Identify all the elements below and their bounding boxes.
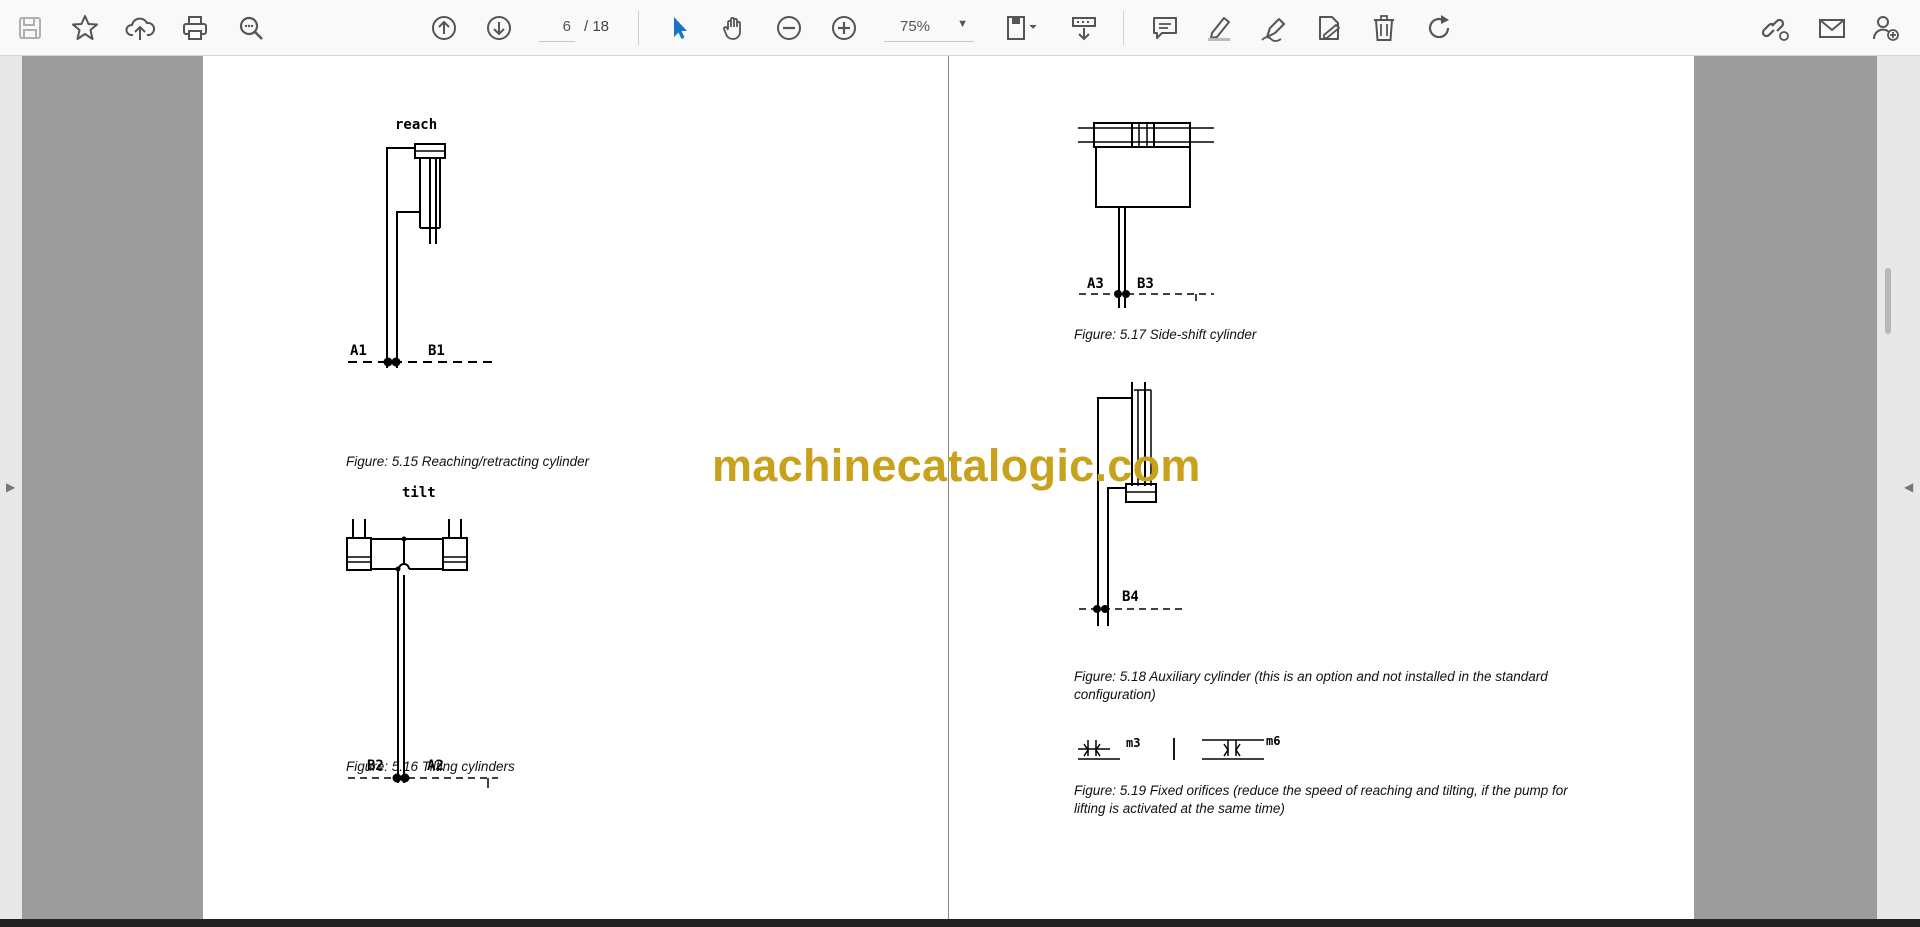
figure-5-19-caption: Figure: 5.19 Fixed orifices (reduce the … [1074,783,1568,816]
email-icon[interactable] [1812,8,1852,48]
delete-icon[interactable] [1364,8,1404,48]
fill-sign-icon[interactable] [1309,8,1349,48]
zoom-value: 75% [900,18,931,35]
share-link-icon[interactable] [1756,8,1796,48]
find-zoom-icon[interactable] [231,8,271,48]
toolbar-divider [638,11,639,45]
save-icon[interactable] [10,8,50,48]
bottom-bar [0,919,1920,927]
fig516-label-top: tilt [402,485,436,501]
figure-5-16-caption: Figure: 5.16 Tilting cylinders [346,759,515,774]
upload-cloud-icon[interactable] [120,8,160,48]
select-cursor-icon[interactable] [659,8,699,48]
toolbar-divider [1123,11,1124,45]
figure-5-19-caption-block: Figure: 5.19 Fixed orifices (reduce the … [1074,782,1594,818]
previous-page-icon[interactable] [424,8,464,48]
page-number-input[interactable] [539,12,575,42]
fig519-label-1: m3 [1126,736,1140,750]
figure-5-15-caption: Figure: 5.15 Reaching/retracting cylinde… [346,454,590,469]
right-panel-rail [1877,56,1920,919]
zoom-in-icon[interactable] [824,8,864,48]
figure-5-17-diagram: A3 B3 [1078,122,1214,308]
fig517-label-b: B3 [1137,276,1154,292]
hand-pan-icon[interactable] [714,8,754,48]
rotate-icon[interactable] [1419,8,1459,48]
figure-5-18-diagram: B4 [1079,382,1184,626]
figure-5-15-diagram: reach A1 B1 [348,117,498,368]
watermark-text: machinecatalogic.com [712,440,1201,491]
zoom-dropdown[interactable]: 75% ▼ [884,12,974,42]
vertical-scrollbar[interactable] [1885,268,1891,334]
toolbar: / 18 75% ▼ [0,0,1920,56]
fig515-label-b: B1 [428,343,445,359]
next-page-icon[interactable] [479,8,519,48]
figure-5-19-diagram: m3 m6 [1078,734,1280,760]
page-total: / 18 [584,18,610,35]
bookmark-star-icon[interactable] [65,8,105,48]
fig519-label-2: m6 [1266,734,1280,748]
figure-5-18-caption-block: Figure: 5.18 Auxiliary cylinder (this is… [1074,668,1594,704]
page-fit-icon[interactable] [998,8,1046,48]
draw-icon[interactable] [1254,8,1294,48]
fig515-label-a: A1 [350,343,367,359]
zoom-out-icon[interactable] [769,8,809,48]
expand-left-panel-icon[interactable]: ▶ [6,480,15,494]
figure-5-18-caption: Figure: 5.18 Auxiliary cylinder (this is… [1074,669,1548,702]
add-user-icon[interactable] [1866,8,1906,48]
fig518-label-b: B4 [1122,589,1139,605]
scroll-mode-icon[interactable] [1064,8,1104,48]
highlight-icon[interactable] [1199,8,1239,48]
expand-right-panel-icon[interactable]: ◀ [1904,480,1913,494]
fig517-label-a: A3 [1087,276,1104,292]
figure-5-17-caption: Figure: 5.17 Side-shift cylinder [1074,327,1257,342]
chevron-down-icon: ▼ [957,18,968,30]
comment-icon[interactable] [1145,8,1185,48]
figure-5-16-diagram: tilt B2 A2 [346,485,498,788]
fig515-label-top: reach [395,117,437,133]
print-icon[interactable] [175,8,215,48]
